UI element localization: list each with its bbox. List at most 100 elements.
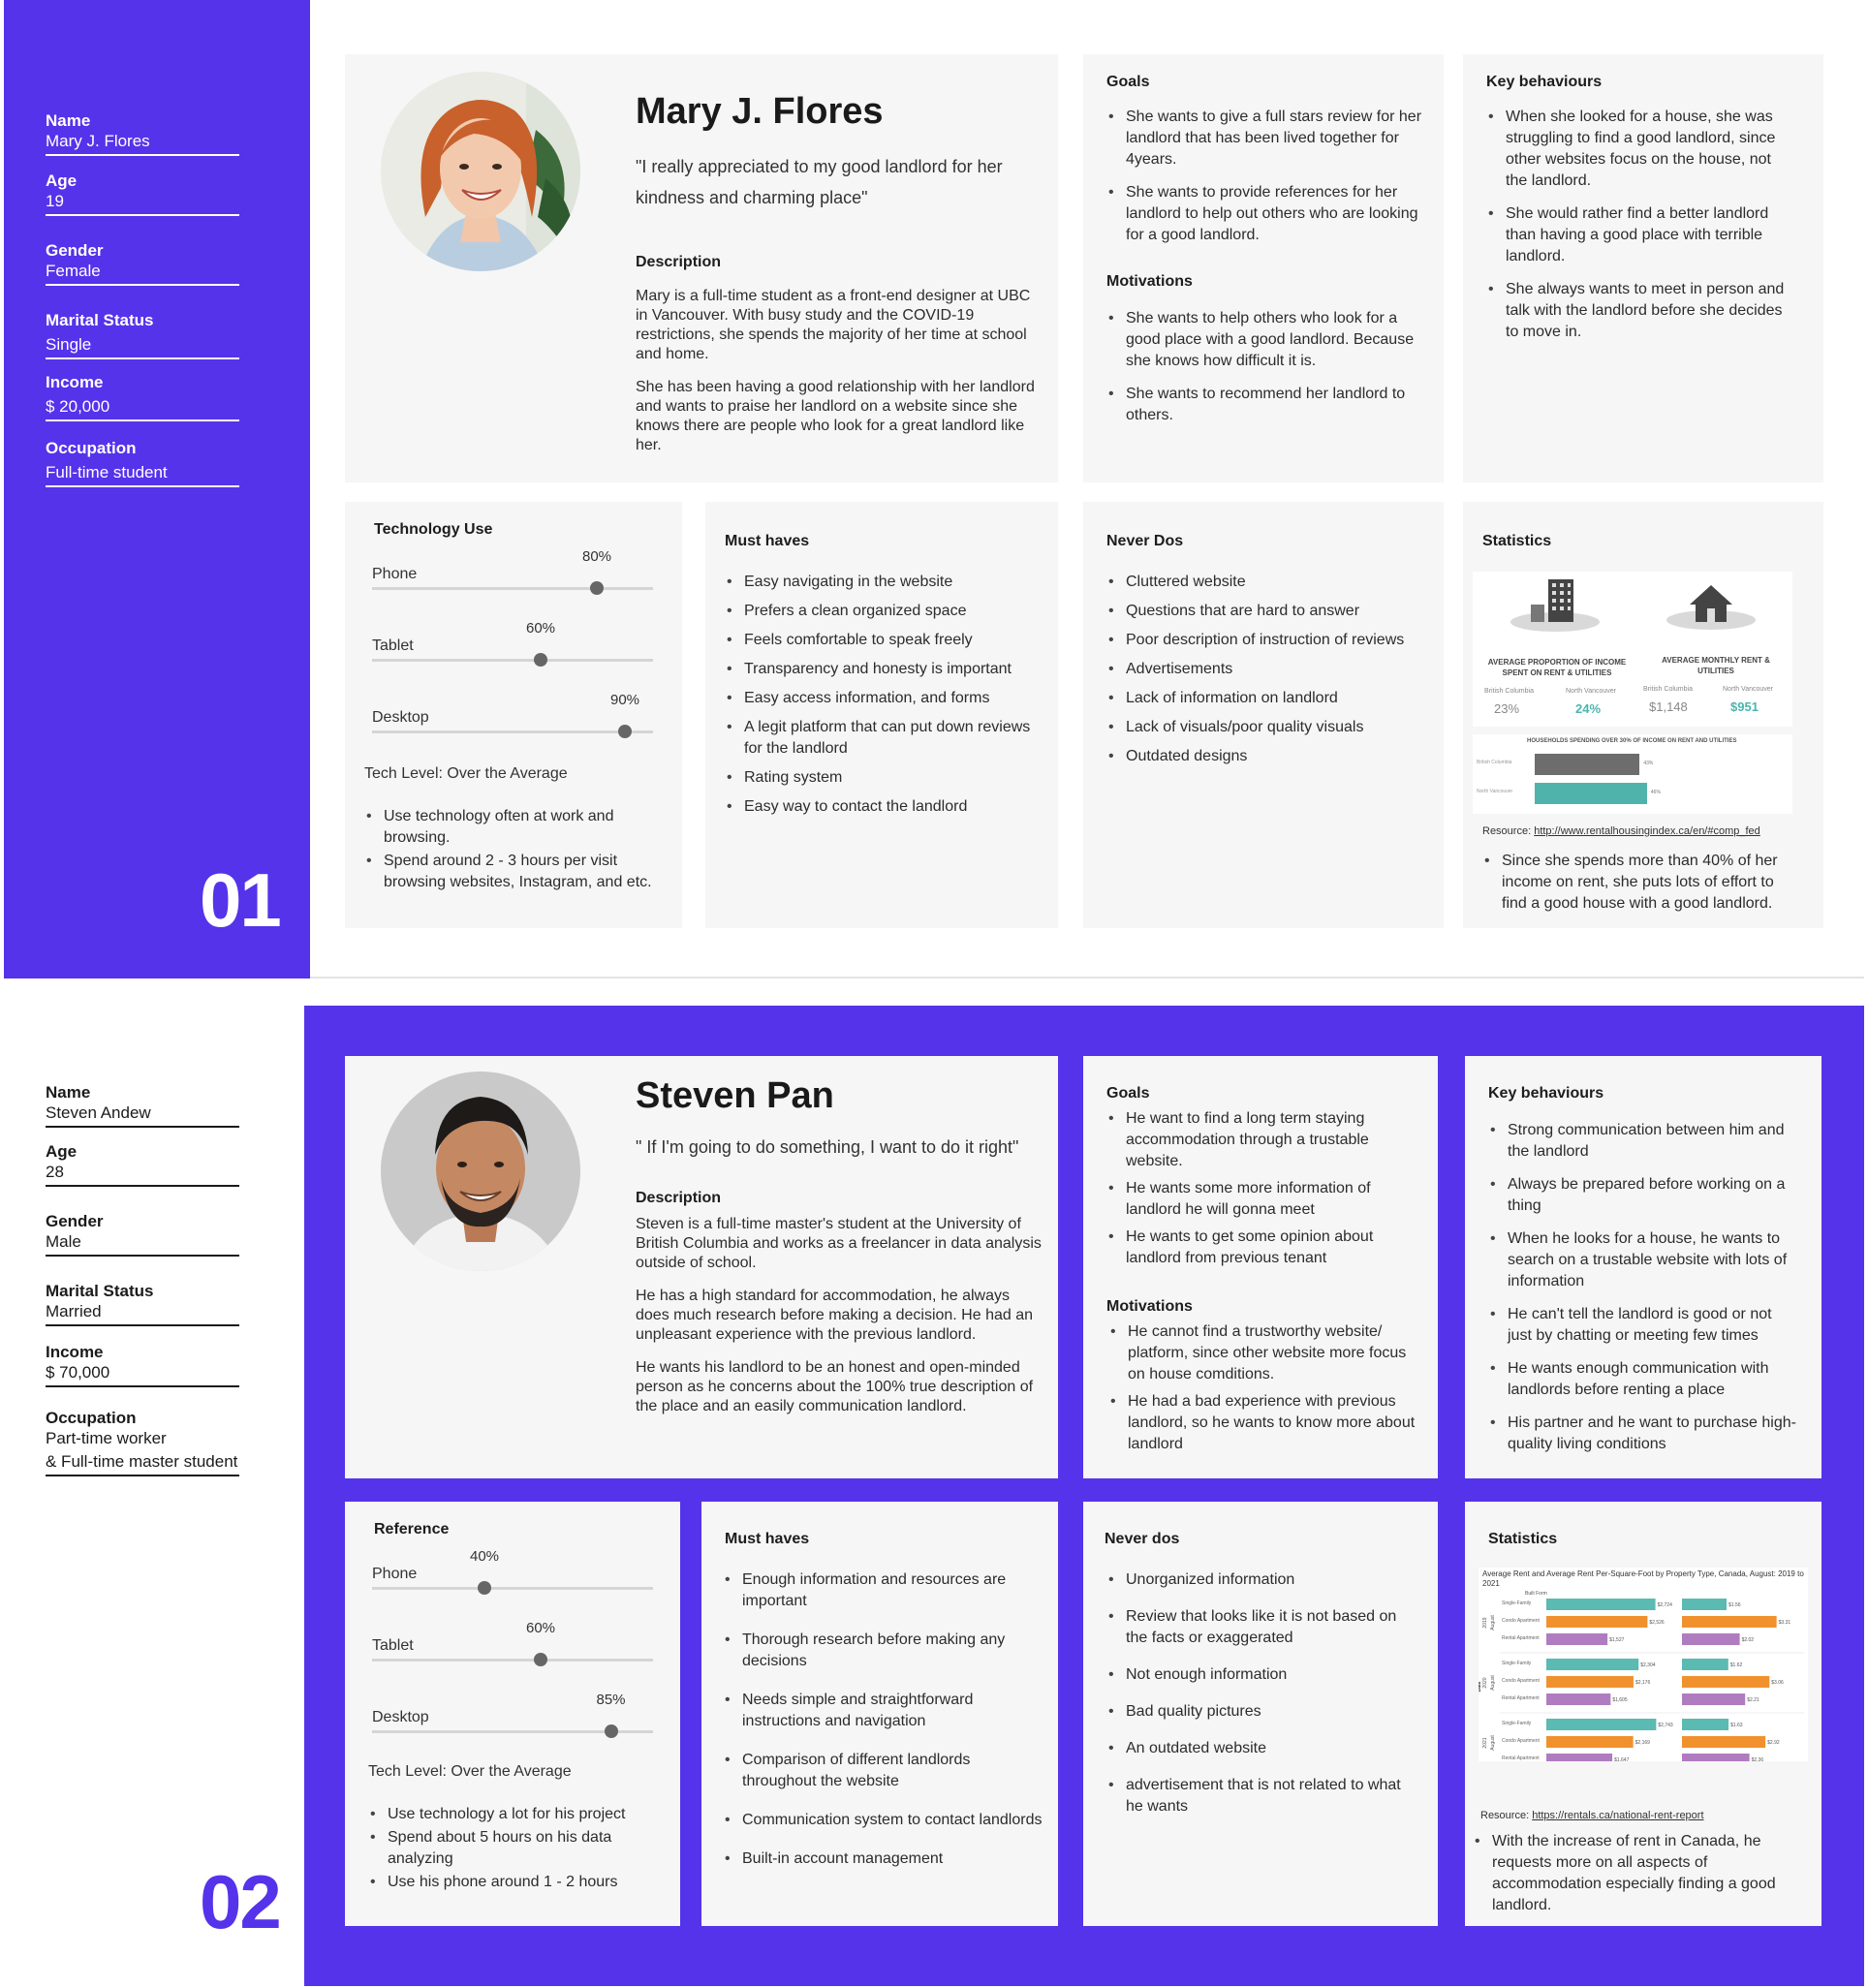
bar-label: $2,304 (1640, 1662, 1656, 1668)
list-item: He had a bad experience with previous la… (1108, 1391, 1418, 1455)
sidebar-field-income: Income $ 70,000 (46, 1342, 239, 1387)
list-item: Enough information and resources are imp… (723, 1569, 1043, 1612)
resource-link[interactable]: http://www.rentalhousingindex.ca/en/#com… (1534, 825, 1760, 837)
list-item: She wants to give a full stars review fo… (1106, 107, 1426, 171)
stats-value: $1,148 (1649, 699, 1688, 714)
category-label: Rental Apartment (1502, 1755, 1540, 1761)
behaviours-list: When she looked for a house, she was str… (1486, 107, 1787, 355)
stats-heading: Statistics (1482, 533, 1552, 549)
persona-number: 02 (200, 1859, 282, 1944)
bar-label: $1,647 (1614, 1757, 1630, 1761)
list-item: Use technology often at work and browsin… (364, 806, 665, 849)
bar-label: $2,724 (1658, 1602, 1673, 1608)
persona1-tech-card: Technology Use Phone 80% Tablet 60% Desk… (345, 502, 682, 928)
category-label: Single-Family (1502, 1721, 1532, 1726)
slider-track (372, 1587, 653, 1590)
list-item: Cluttered website (1106, 572, 1436, 593)
list-item: Feels comfortable to speak freely (725, 630, 1044, 651)
description-text: Mary is a full-time student as a front-e… (636, 288, 1035, 453)
bar-label: $2.02 (1742, 1637, 1755, 1643)
list-item: With the increase of rent in Canada, he … (1473, 1831, 1802, 1916)
bar-psf (1682, 1754, 1750, 1761)
persona2-stats-card: Statistics Average Rent and Average Rent… (1465, 1502, 1821, 1926)
persona2-goals-card: Goals He want to find a long term stayin… (1083, 1056, 1438, 1478)
persona2-must-card: Must haves Enough information and resour… (701, 1502, 1058, 1926)
list-item: Lack of information on landlord (1106, 688, 1436, 709)
stats-value: 23% (1494, 701, 1520, 716)
persona1-behaviours-card: Key behaviours When she looked for a hou… (1463, 54, 1823, 482)
sidebar-field-marital: Marital Status Married (46, 1281, 239, 1326)
category-label: Single-Family (1502, 1661, 1532, 1666)
tech-slider-phone: Phone 80% (372, 548, 653, 595)
persona1-must-card: Must haves Easy navigating in the websit… (705, 502, 1058, 928)
category-label: Rental Apartment (1502, 1635, 1540, 1641)
stats-bars: HOUSEHOLDS SPENDING OVER 30% OF INCOME O… (1473, 734, 1792, 814)
list-item: She wants to help others who look for a … (1106, 308, 1426, 372)
stats-col-label: North Vancouver (1566, 688, 1617, 695)
list-item: Use his phone around 1 - 2 hours (368, 1872, 665, 1893)
list-item: Comparison of different landlords throug… (723, 1750, 1043, 1792)
list-item: He can't tell the landlord is good or no… (1488, 1304, 1798, 1347)
list-item: Outdated designs (1106, 746, 1436, 767)
list-item: Easy way to contact the landlord (725, 796, 1044, 818)
stats-note: Since she spends more than 40% of her in… (1482, 851, 1802, 926)
bar-label: $1.62 (1730, 1662, 1743, 1668)
slider-knob[interactable] (534, 653, 547, 667)
bar-psf (1682, 1736, 1766, 1748)
stats-col-label: British Columbia (1643, 686, 1693, 693)
persona-number: 01 (200, 857, 282, 943)
bar-label: $2,743 (1658, 1723, 1673, 1728)
list-item: Unorganized information (1106, 1569, 1417, 1591)
bar-rent (1546, 1736, 1634, 1748)
stats-left-title: AVERAGE PROPORTION OF INCOME SPENT ON RE… (1487, 658, 1627, 677)
persona2-behaviours-card: Key behaviours Strong communication betw… (1465, 1056, 1821, 1478)
must-heading: Must haves (725, 1531, 810, 1547)
list-item: When he looks for a house, he wants to s… (1488, 1228, 1798, 1292)
tech-slider-tablet: Tablet 60% (372, 620, 653, 667)
list-item: advertisement that is not related to wha… (1106, 1775, 1417, 1817)
list-item: Prefers a clean organized space (725, 601, 1044, 622)
bar-label: $2.21 (1747, 1697, 1759, 1703)
list-item: Thorough research before making any deci… (723, 1630, 1043, 1672)
persona1-never-card: Never Dos Cluttered website Questions th… (1083, 502, 1444, 928)
bar-label: $1.63 (1730, 1723, 1743, 1728)
list-item: She wants to provide references for her … (1106, 182, 1426, 246)
list-item: Rating system (725, 767, 1044, 789)
bar-bc (1535, 754, 1640, 775)
goals-heading: Goals (1106, 1085, 1150, 1102)
slider-knob[interactable] (618, 725, 632, 738)
avatar (381, 72, 580, 271)
stats-value: $951 (1730, 699, 1759, 714)
description-heading: Description (636, 254, 722, 270)
bar-psf (1682, 1659, 1728, 1670)
bar-psf (1682, 1633, 1740, 1645)
list-item: He cannot find a trustworthy website/ pl… (1108, 1321, 1418, 1385)
description-heading: Description (636, 1190, 722, 1206)
reference-slider-phone: Phone 40% (372, 1548, 653, 1595)
sidebar-field-income: Income $ 20,000 (46, 372, 239, 421)
category-label: Rental Apartment (1502, 1695, 1540, 1701)
bar-label: $3.31 (1779, 1620, 1791, 1626)
tech-slider-desktop: Desktop 90% (372, 692, 653, 738)
stats-note: With the increase of rent in Canada, he … (1473, 1831, 1802, 1928)
rent-chart: Average Rent and Average Rent Per-Square… (1479, 1568, 1808, 1761)
sidebar-field-age: Age 19 (46, 171, 239, 216)
slider-track (372, 587, 653, 590)
slider-knob[interactable] (604, 1724, 618, 1738)
resource-link[interactable]: https://rentals.ca/national-rent-report (1532, 1810, 1703, 1821)
slider-knob[interactable] (478, 1581, 491, 1595)
list-item: Poor description of instruction of revie… (1106, 630, 1436, 651)
motivations-list: She wants to help others who look for a … (1106, 308, 1426, 438)
never-heading: Never dos (1105, 1531, 1180, 1547)
reference-slider-tablet: Tablet 60% (372, 1620, 653, 1666)
persona2-profile-card: Steven Pan " If I'm going to do somethin… (345, 1056, 1058, 1478)
bar-psf (1682, 1719, 1729, 1730)
persona-name: Steven Pan (636, 1075, 834, 1116)
slider-knob[interactable] (590, 581, 604, 595)
slider-knob[interactable] (534, 1653, 547, 1666)
tech-level: Tech Level: Over the Average (368, 1763, 572, 1780)
sidebar-field-occupation: Occupation Full-time student (46, 438, 239, 487)
resource: Resource: http://www.rentalhousingindex.… (1482, 825, 1760, 837)
list-item: She would rather find a better landlord … (1486, 203, 1787, 267)
bar-label: $2.92 (1767, 1740, 1780, 1746)
